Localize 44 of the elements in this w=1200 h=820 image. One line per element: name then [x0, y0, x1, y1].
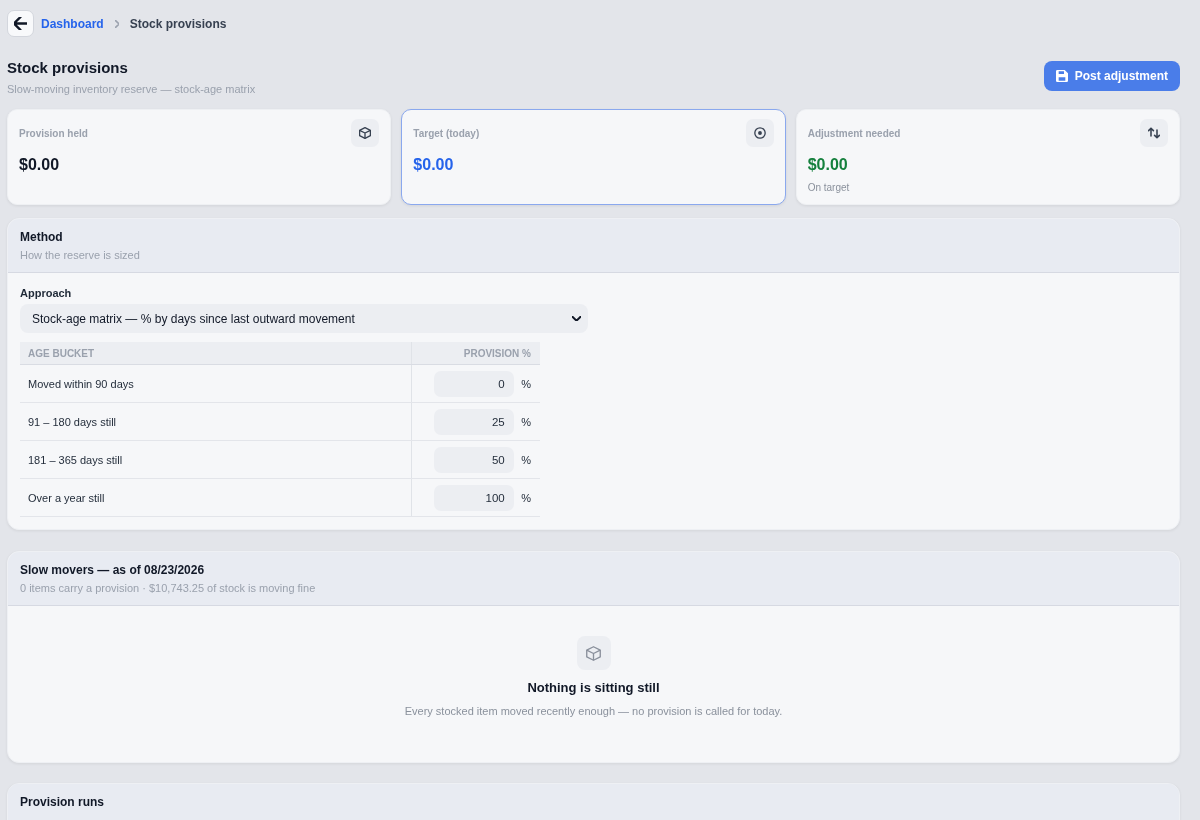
stat-note: On target	[807, 181, 851, 194]
panel-title: Method	[20, 229, 64, 245]
chevron-icon	[114, 19, 119, 28]
input-field[interactable]: 100	[433, 484, 514, 511]
input-field[interactable]: 25	[433, 408, 514, 435]
table-cell: 91 – 180 days still	[20, 402, 412, 441]
stat-value: $0.00	[19, 155, 61, 175]
panel-title: Slow movers — as of 08/23/2026	[20, 562, 206, 578]
table-cell: Over a year still	[20, 478, 412, 517]
left-arrow-icon	[14, 17, 27, 30]
panel-title: Provision runs	[20, 794, 106, 810]
cube-icon	[576, 636, 611, 670]
unit-label: %	[521, 491, 531, 504]
post-adjustment-button[interactable]: Post adjustment	[1043, 61, 1180, 91]
cube-icon	[351, 119, 380, 147]
save-icon	[1055, 70, 1068, 82]
panel-subtitle: 0 items carry a provision · $10,743.25 of stock is moving fine	[20, 581, 317, 595]
back-button[interactable]	[7, 10, 34, 37]
unit-label: %	[521, 377, 531, 390]
column-header: AGE BUCKET	[20, 342, 412, 365]
page-title: Stock provisions	[7, 58, 129, 77]
stat-label: Target (today)	[413, 127, 480, 139]
field-label: Approach	[20, 286, 73, 300]
target-icon	[745, 119, 774, 147]
page-subtitle: Slow-moving inventory reserve — stock-age matrix	[7, 82, 256, 96]
caret-icon	[572, 316, 581, 321]
panel-subtitle: How the reserve is sized	[20, 248, 141, 262]
unit-label: %	[521, 453, 531, 466]
unit-label: %	[521, 415, 531, 428]
input-field[interactable]: 50	[433, 446, 514, 473]
stat-label: Provision held	[19, 127, 88, 139]
empty-state-message: Every stocked item moved recently enough — no provision is called for today.	[404, 704, 783, 719]
empty-state-title: Nothing is sitting still	[527, 679, 660, 697]
stat-value: $0.00	[807, 155, 849, 175]
stat-value: $0.00	[413, 155, 455, 175]
table-cell: Moved within 90 days	[20, 364, 412, 403]
column-header: PROVISION %	[411, 342, 540, 365]
input-field[interactable]: 0	[433, 370, 514, 397]
stat-label: Adjustment needed	[807, 127, 901, 139]
breadcrumb-link[interactable]: Dashboard	[41, 16, 104, 31]
up-down-arrows-icon	[1140, 119, 1168, 147]
table-cell: 181 – 365 days still	[20, 440, 412, 479]
breadcrumb-current: Stock provisions	[129, 16, 227, 31]
approach-select[interactable]: Stock-age matrix — % by days since last outward movement	[20, 304, 588, 333]
